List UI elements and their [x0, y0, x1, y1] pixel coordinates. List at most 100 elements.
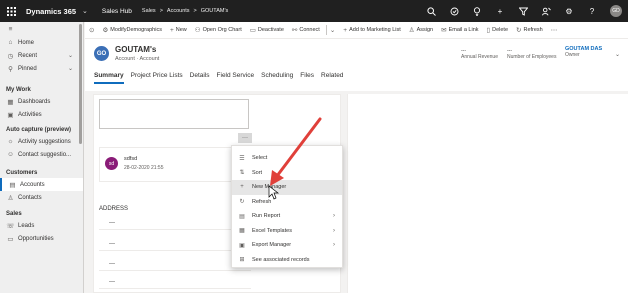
- button-label: Email a Link: [448, 27, 479, 33]
- menu-item-export-manager[interactable]: ▣ Export Manager ›: [232, 238, 342, 253]
- hamburger-menu-button[interactable]: ≡: [0, 22, 83, 36]
- breadcrumb-item[interactable]: Sales: [142, 8, 156, 14]
- sidebar-item-dashboards[interactable]: ▦ Dashboards: [0, 95, 83, 108]
- tab-field-service[interactable]: Field Service: [217, 72, 255, 84]
- menu-item-select[interactable]: ☰ Select: [232, 151, 342, 166]
- note-input[interactable]: [99, 99, 249, 129]
- leads-icon: ☏: [6, 222, 15, 230]
- help-icon[interactable]: ?: [587, 6, 597, 16]
- modify-demographics-button[interactable]: ⚙ ModifyDemographics: [102, 26, 162, 34]
- sidebar-item-contact-suggestions[interactable]: ☺ Contact suggestio...: [0, 148, 83, 161]
- dashboard-icon: ▦: [7, 98, 14, 106]
- assign-icon: ♙: [408, 27, 415, 34]
- chevron-down-icon[interactable]: ⌄: [68, 65, 73, 72]
- assign-button[interactable]: ♙ Assign: [409, 26, 433, 34]
- tab-related[interactable]: Related: [321, 72, 343, 84]
- breadcrumb-item[interactable]: Accounts: [167, 8, 190, 14]
- email-a-link-button[interactable]: ✉ Email a Link: [441, 26, 478, 34]
- email-icon: ✉: [441, 27, 447, 34]
- annual-revenue-field: --- Annual Revenue: [461, 48, 498, 60]
- chevron-down-icon[interactable]: ⌄: [82, 7, 88, 15]
- filter-icon[interactable]: [518, 6, 528, 16]
- more-commands-button[interactable]: ⋯: [551, 26, 558, 34]
- menu-item-new-manager[interactable]: + New Manager: [232, 180, 342, 195]
- record-subtitle[interactable]: Account · Account: [115, 56, 159, 62]
- sidebar-item-home[interactable]: ⌂ Home: [0, 36, 83, 49]
- refresh-button[interactable]: ↻ Refresh: [516, 26, 543, 34]
- connect-dropdown-button[interactable]: ⌄: [330, 26, 335, 34]
- chevron-right-icon: ›: [333, 213, 335, 220]
- sidebar-scrollbar[interactable]: [79, 24, 82, 144]
- chevron-down-icon[interactable]: ⌄: [615, 51, 620, 58]
- note-title: sdfsd: [124, 156, 138, 162]
- record-title: GOUTAM's: [115, 45, 157, 54]
- button-label: Assign: [416, 27, 434, 33]
- tab-details[interactable]: Details: [190, 72, 210, 84]
- tab-files[interactable]: Files: [300, 72, 314, 84]
- menu-item-see-associated-records[interactable]: ⊞ See associated records: [232, 253, 342, 268]
- sidebar-item-pinned[interactable]: ⚲ Pinned ⌄: [0, 62, 83, 75]
- deactivate-button[interactable]: ▭ Deactivate: [250, 26, 284, 34]
- address-field[interactable]: ---: [99, 216, 251, 230]
- refresh-icon: ↻: [239, 199, 245, 206]
- opportunities-icon: ▭: [7, 235, 14, 243]
- hamburger-icon: ≡: [8, 25, 13, 33]
- timeline-note[interactable]: sd sdfsd 28-02-2020 21:55: [99, 147, 251, 182]
- deactivate-icon: ▭: [249, 27, 256, 34]
- activities-icon: ▣: [7, 111, 14, 119]
- sidebar-item-label: Home: [18, 39, 35, 46]
- gear-icon: ⚙: [102, 27, 109, 34]
- button-label: ModifyDemographics: [110, 27, 162, 33]
- lightbulb-icon[interactable]: [472, 6, 482, 16]
- assistant-icon[interactable]: [541, 6, 551, 16]
- button-label: Add to Marketing List: [349, 27, 401, 33]
- app-launcher-icon[interactable]: [0, 0, 22, 22]
- menu-item-excel-templates[interactable]: ▦ Excel Templates ›: [232, 224, 342, 239]
- sidebar-item-label: Recent: [18, 52, 38, 59]
- address-field[interactable]: ---: [99, 257, 251, 271]
- chevron-right-icon: ›: [333, 227, 335, 234]
- tab-scheduling[interactable]: Scheduling: [261, 72, 293, 84]
- org-chart-icon: ⚇: [194, 27, 201, 34]
- tab-summary[interactable]: Summary: [94, 72, 124, 84]
- connect-button[interactable]: ⚯ Connect: [292, 26, 320, 34]
- plus-icon[interactable]: +: [495, 6, 505, 16]
- breadcrumb: Sales > Accounts > GOUTAM's: [142, 8, 228, 14]
- sidebar-item-leads[interactable]: ☏ Leads: [0, 219, 83, 232]
- task-flow-icon[interactable]: [449, 6, 459, 16]
- address-field[interactable]: ---: [99, 275, 251, 289]
- sidebar-item-recent[interactable]: ◷ Recent ⌄: [0, 49, 83, 62]
- owner-field: GOUTAM DAS Owner: [565, 46, 602, 58]
- brand-name[interactable]: Dynamics 365: [26, 7, 76, 16]
- menu-item-run-report[interactable]: ▤ Run Report ›: [232, 209, 342, 224]
- settings-icon[interactable]: ⚙: [564, 6, 574, 16]
- right-panel: [347, 94, 628, 293]
- menu-item-sort[interactable]: ⇅ Sort: [232, 166, 342, 181]
- open-org-chart-button[interactable]: ⚇ Open Org Chart: [195, 26, 242, 34]
- menu-item-label: Export Manager: [252, 242, 292, 249]
- address-field[interactable]: ---: [99, 237, 251, 251]
- user-avatar[interactable]: GD: [610, 5, 622, 17]
- history-button[interactable]: ⊙: [89, 26, 94, 34]
- more-options-button[interactable]: ···: [238, 133, 252, 143]
- chevron-down-icon[interactable]: ⌄: [68, 52, 73, 59]
- marketing-list-icon: +: [343, 26, 348, 34]
- divider: [325, 25, 327, 35]
- sidebar-item-accounts[interactable]: ▤ Accounts: [0, 178, 83, 191]
- search-icon[interactable]: [426, 6, 436, 16]
- tab-project-price-lists[interactable]: Project Price Lists: [131, 72, 183, 84]
- delete-button[interactable]: ▯ Delete: [487, 26, 508, 34]
- sidebar-item-activities[interactable]: ▣ Activities: [0, 108, 83, 121]
- accounts-icon: ▤: [9, 181, 16, 189]
- breadcrumb-separator: >: [159, 8, 163, 14]
- sidebar-item-label: Pinned: [18, 65, 37, 72]
- new-button[interactable]: + New: [170, 27, 187, 34]
- sidebar: ≡ ⌂ Home ◷ Recent ⌄ ⚲ Pinned ⌄ My Work ▦…: [0, 22, 84, 293]
- sidebar-item-activity-suggestions[interactable]: ☼ Activity suggestions: [0, 135, 83, 148]
- app-name[interactable]: Sales Hub: [102, 8, 132, 15]
- sidebar-item-label: Dashboards: [18, 98, 51, 105]
- sidebar-item-contacts[interactable]: ♙ Contacts: [0, 191, 83, 204]
- add-to-marketing-list-button[interactable]: + Add to Marketing List: [343, 27, 400, 34]
- sidebar-item-opportunities[interactable]: ▭ Opportunities: [0, 232, 83, 245]
- menu-item-refresh[interactable]: ↻ Refresh: [232, 195, 342, 210]
